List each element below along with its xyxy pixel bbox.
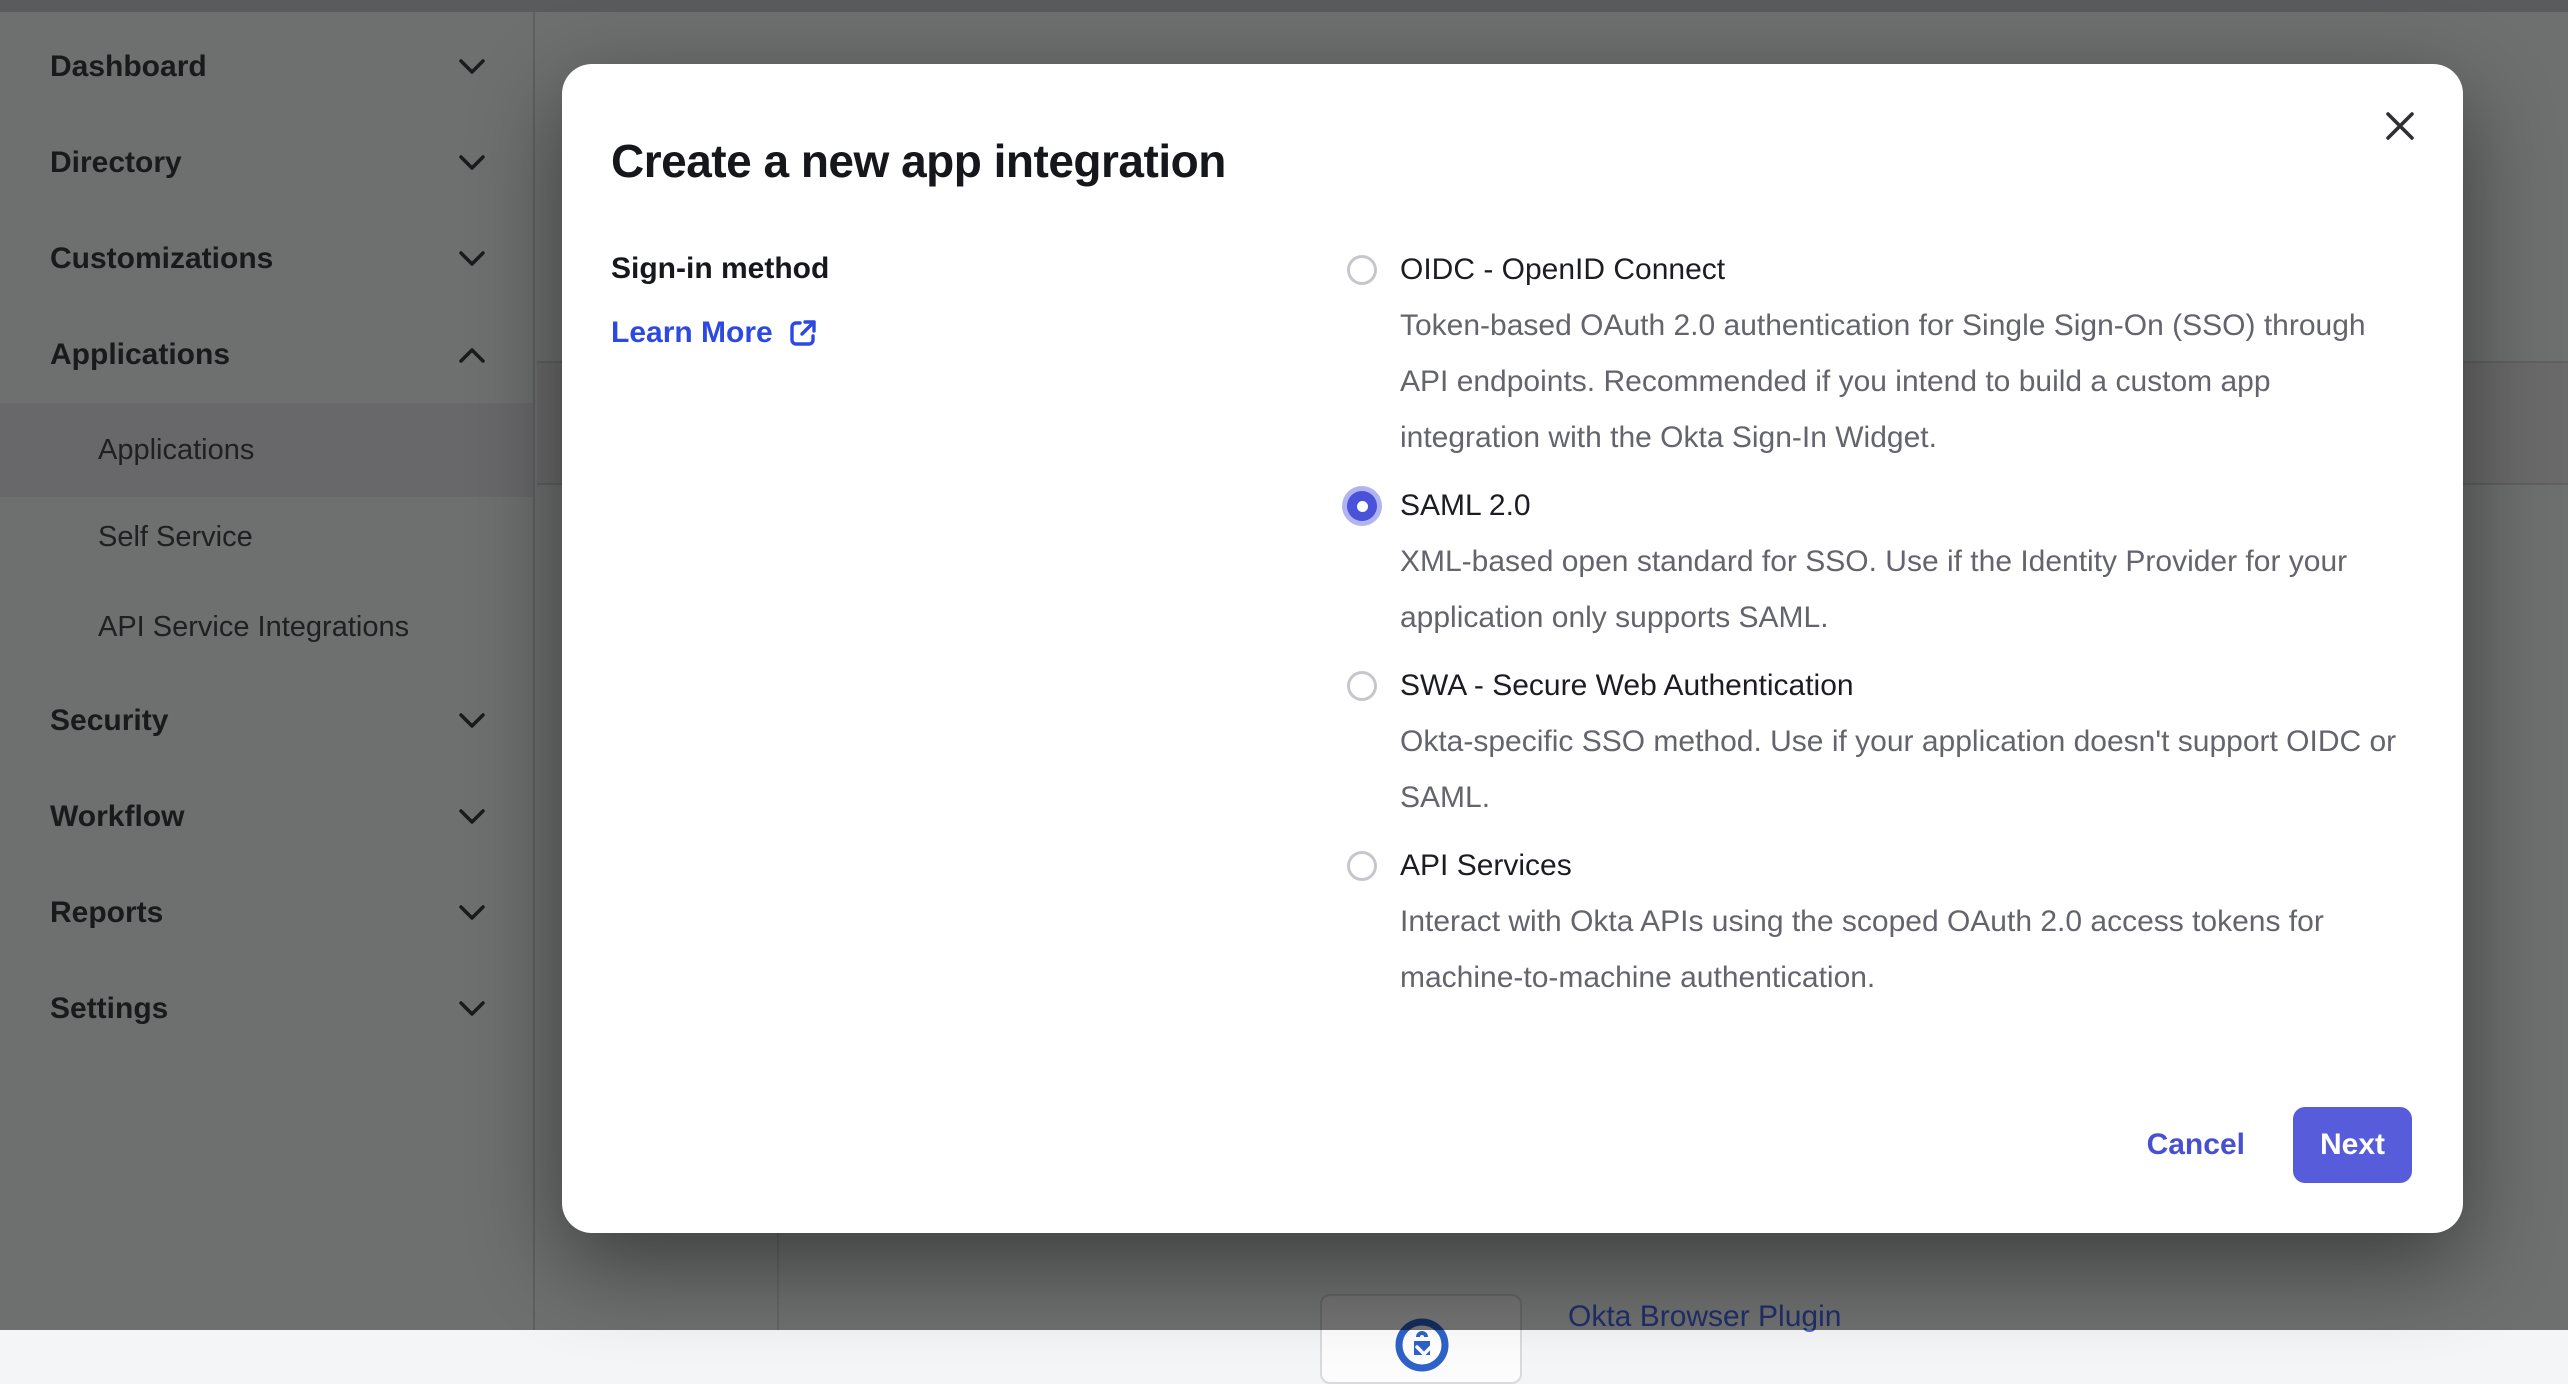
- option-label[interactable]: OIDC - OpenID Connect: [1400, 242, 2416, 298]
- close-icon: [2383, 109, 2417, 143]
- close-button[interactable]: [2376, 102, 2424, 150]
- external-link-icon: [787, 317, 819, 349]
- learn-more-link[interactable]: Learn More: [611, 316, 819, 350]
- option-body: API Services Interact with Okta APIs usi…: [1400, 838, 2416, 1006]
- next-button[interactable]: Next: [2293, 1107, 2412, 1183]
- option-label[interactable]: API Services: [1400, 838, 2416, 894]
- learn-more-label: Learn More: [611, 316, 773, 350]
- radio-oidc[interactable]: [1347, 255, 1377, 285]
- dialog-title: Create a new app integration: [611, 134, 1226, 188]
- option-description: XML-based open standard for SSO. Use if …: [1400, 534, 2416, 646]
- radio-swa[interactable]: [1347, 671, 1377, 701]
- option-api-services: API Services Interact with Okta APIs usi…: [1347, 838, 2416, 1006]
- option-description: Interact with Okta APIs using the scoped…: [1400, 894, 2416, 1006]
- option-body: SAML 2.0 XML-based open standard for SSO…: [1400, 478, 2416, 646]
- sign-in-method-radio-group: OIDC - OpenID Connect Token-based OAuth …: [1347, 242, 2416, 1018]
- create-app-integration-dialog: Create a new app integration Sign-in met…: [562, 64, 2463, 1233]
- option-swa: SWA - Secure Web Authentication Okta-spe…: [1347, 658, 2416, 826]
- option-saml: SAML 2.0 XML-based open standard for SSO…: [1347, 478, 2416, 646]
- option-oidc: OIDC - OpenID Connect Token-based OAuth …: [1347, 242, 2416, 466]
- option-description: Okta-specific SSO method. Use if your ap…: [1400, 714, 2416, 826]
- option-body: SWA - Secure Web Authentication Okta-spe…: [1400, 658, 2416, 826]
- radio-saml[interactable]: [1347, 491, 1377, 521]
- option-description: Token-based OAuth 2.0 authentication for…: [1400, 298, 2416, 466]
- cancel-button[interactable]: Cancel: [2147, 1128, 2245, 1162]
- sign-in-method-label: Sign-in method: [611, 252, 829, 286]
- option-label[interactable]: SAML 2.0: [1400, 478, 2416, 534]
- option-label[interactable]: SWA - Secure Web Authentication: [1400, 658, 2416, 714]
- option-body: OIDC - OpenID Connect Token-based OAuth …: [1400, 242, 2416, 466]
- radio-api-services[interactable]: [1347, 851, 1377, 881]
- dialog-footer: Cancel Next: [2147, 1107, 2412, 1183]
